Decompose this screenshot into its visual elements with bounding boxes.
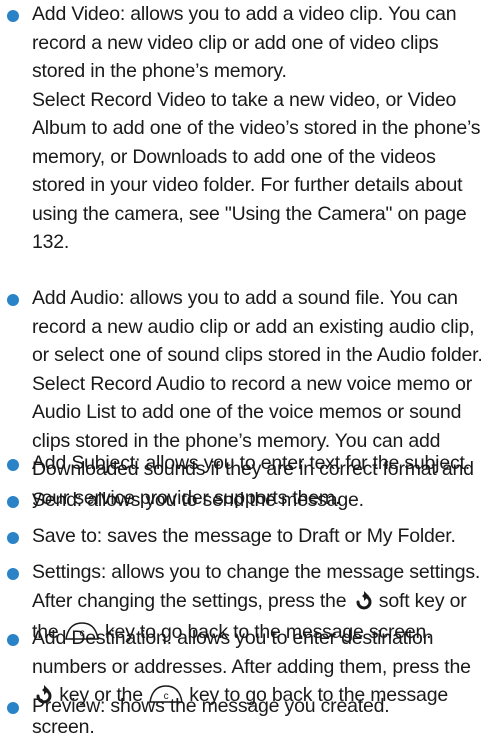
bullet-icon (7, 496, 19, 508)
list-item-preview: Preview: shows the message you created. (0, 692, 395, 721)
bullet-icon (7, 10, 19, 22)
send-description: Send: allows you to send the message. (32, 489, 364, 511)
bullet-icon (7, 532, 19, 544)
add-video-details: Select Record Video to take a new video,… (32, 88, 481, 254)
back-arrow-soft-key-icon (352, 590, 374, 619)
list-item-add-destination: Add Destination: allows you to enter des… (0, 624, 496, 741)
list-item-add-video: Add Video: allows you to add a video cli… (0, 0, 496, 257)
bullet-icon (7, 459, 19, 471)
list-item-add-audio: Add Audio: allows you to add a sound fil… (0, 284, 496, 512)
list-item-add-subject: Add Subject: allows you to enter text fo… (0, 449, 476, 478)
list-item-save-to: Save to: saves the message to Draft or M… (0, 522, 462, 551)
preview-description: Preview: shows the message you created. (32, 695, 390, 717)
bullet-icon (7, 294, 19, 306)
add-destination-description: Add Destination: allows you to enter des… (32, 624, 490, 741)
bullet-icon (7, 568, 19, 580)
add-audio-description: Add Audio: allows you to add a sound fil… (32, 287, 483, 366)
add-subject-description: Add Subject: allows you to enter text fo… (32, 452, 470, 474)
save-to-description: Save to: saves the message to Draft or M… (32, 525, 456, 547)
add-video-description: Add Video: allows you to add a video cli… (32, 3, 457, 82)
bullet-icon (7, 634, 19, 646)
list-item-send: Send: allows you to send the message. (0, 486, 370, 515)
bullet-icon (7, 702, 19, 714)
manual-page: Add Video: allows you to add a video cli… (0, 0, 496, 738)
add-destination-text-a: Add Destination: allows you to enter des… (32, 627, 471, 678)
